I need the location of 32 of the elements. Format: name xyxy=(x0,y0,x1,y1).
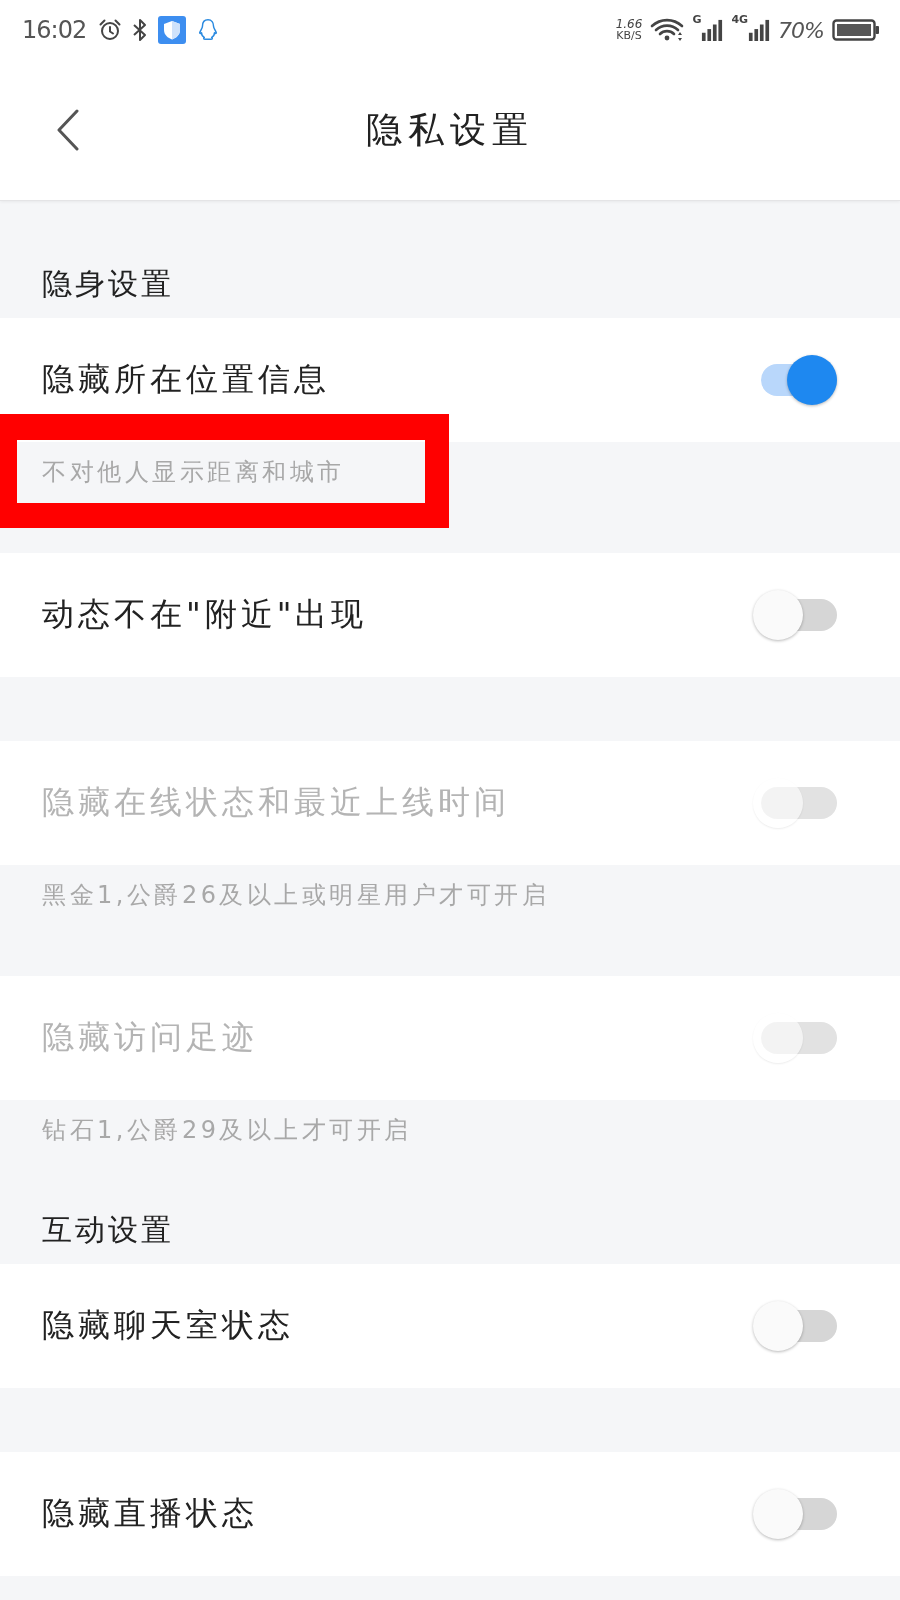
setting-label: 隐藏聊天室状态 xyxy=(42,1305,294,1346)
page-title: 隐私设置 xyxy=(366,107,534,152)
signal-bars-icon xyxy=(701,18,724,42)
setting-label: 动态不在"附近"出现 xyxy=(42,594,368,635)
setting-label: 隐藏在线状态和最近上线时间 xyxy=(42,782,510,823)
alarm-clock-icon xyxy=(98,18,123,42)
section-title: 互动设置 xyxy=(42,1213,174,1247)
toggle-switch[interactable] xyxy=(753,589,837,641)
toggle-switch[interactable] xyxy=(753,1300,837,1352)
status-time: 16:02 xyxy=(22,16,87,44)
network-speed-value: 1.66 xyxy=(615,18,643,30)
settings-row[interactable]: 隐藏聊天室状态 xyxy=(0,1264,900,1388)
setting-label: 隐藏访问足迹 xyxy=(42,1017,258,1058)
shield-icon xyxy=(158,16,187,44)
battery-percent: 70% xyxy=(778,17,824,43)
wifi-icon xyxy=(650,17,685,43)
chevron-left-icon xyxy=(56,109,80,151)
setting-note: 不对他人显示距离和城市 xyxy=(42,457,345,488)
network-type-label: 4G xyxy=(731,14,749,26)
toggle-switch[interactable] xyxy=(753,1488,837,1540)
network-type-label: G xyxy=(692,14,702,26)
setting-label: 隐藏直播状态 xyxy=(42,1493,258,1534)
section-title: 隐身设置 xyxy=(42,267,174,301)
setting-note: 钻石1,公爵29及以上才可开启 xyxy=(42,1115,412,1146)
settings-row[interactable]: 隐藏直播状态 xyxy=(0,1452,900,1576)
setting-note: 黑金1,公爵26及以上或明星用户才可开启 xyxy=(42,880,550,911)
settings-row[interactable]: 动态不在"附近"出现 xyxy=(0,553,900,677)
battery-icon xyxy=(832,18,880,42)
network-speed-unit: KB/S xyxy=(616,30,642,42)
setting-label: 隐藏所在位置信息 xyxy=(42,359,330,400)
bluetooth-icon xyxy=(132,18,149,42)
signal-bars-icon xyxy=(748,18,771,42)
